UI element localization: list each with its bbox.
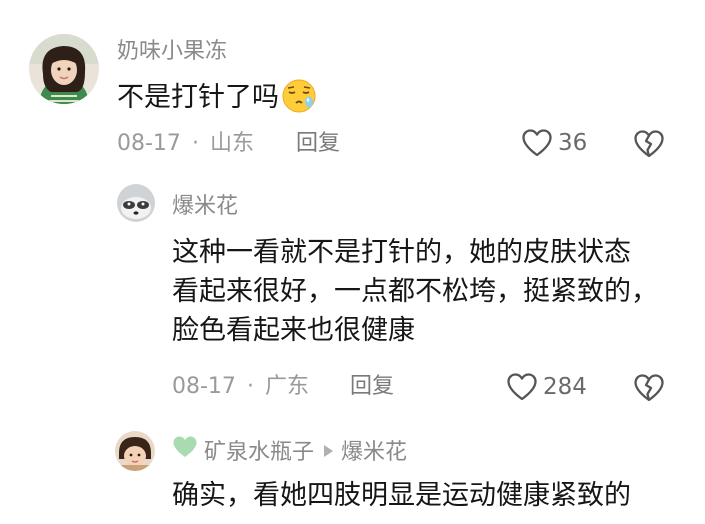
dislike-button[interactable]	[633, 373, 665, 403]
broken-heart-icon	[634, 374, 664, 402]
comment-author[interactable]: 矿泉水瓶子	[204, 440, 314, 465]
meta-separator: ·	[191, 131, 199, 156]
heart-icon	[507, 373, 537, 401]
comment-text: 确实，看她四肢明显是运动健康紧致的	[172, 480, 631, 511]
comment-text: 这种一看就不是打针的，她的皮肤状态 看起来很好，一点都不松垮，挺紧致的， 脸色看…	[172, 233, 658, 350]
reply-arrow-icon	[324, 445, 334, 457]
avatar-image	[115, 431, 155, 471]
comment-author[interactable]: 爆米花	[172, 193, 238, 221]
avatar-image	[117, 184, 155, 222]
comment-text-content: 不是打针了吗	[117, 82, 279, 113]
like-button[interactable]: 36	[522, 129, 587, 157]
avatar[interactable]	[115, 431, 155, 471]
dislike-button[interactable]	[633, 129, 665, 159]
comment-text-line: 看起来很好，一点都不松垮，挺紧致的，	[172, 276, 658, 307]
comment-date: 08-17	[117, 131, 181, 156]
heart-icon	[522, 129, 552, 157]
like-count: 36	[558, 130, 588, 156]
like-button[interactable]: 284	[507, 373, 587, 401]
meta-separator: ·	[246, 374, 254, 399]
reply-to-author[interactable]: 爆米花	[341, 440, 407, 465]
comment-location: 山东	[209, 131, 254, 156]
comment-text-line: 这种一看就不是打针的，她的皮肤状态	[172, 237, 631, 268]
reply-button[interactable]: 回复	[350, 373, 394, 401]
like-count: 284	[543, 374, 587, 400]
sleepy-face-emoji-icon	[281, 78, 317, 114]
green-heart-icon	[172, 435, 198, 467]
avatar-image	[29, 34, 99, 104]
broken-heart-icon	[634, 130, 664, 158]
comment-author-line: 矿泉水瓶子 爆米花	[172, 435, 407, 469]
comment-location: 广东	[264, 374, 309, 399]
comment-meta: 08-17 · 山东	[117, 130, 254, 158]
avatar[interactable]	[29, 34, 99, 104]
comment-author[interactable]: 奶味小果冻	[117, 38, 227, 66]
reply-button[interactable]: 回复	[296, 130, 340, 158]
comment-meta: 08-17 · 广东	[172, 373, 309, 401]
avatar[interactable]	[117, 184, 155, 222]
comment-text: 不是打针了吗	[117, 78, 317, 117]
comment-text-line: 脸色看起来也很健康	[172, 315, 415, 346]
comment-date: 08-17	[172, 374, 236, 399]
